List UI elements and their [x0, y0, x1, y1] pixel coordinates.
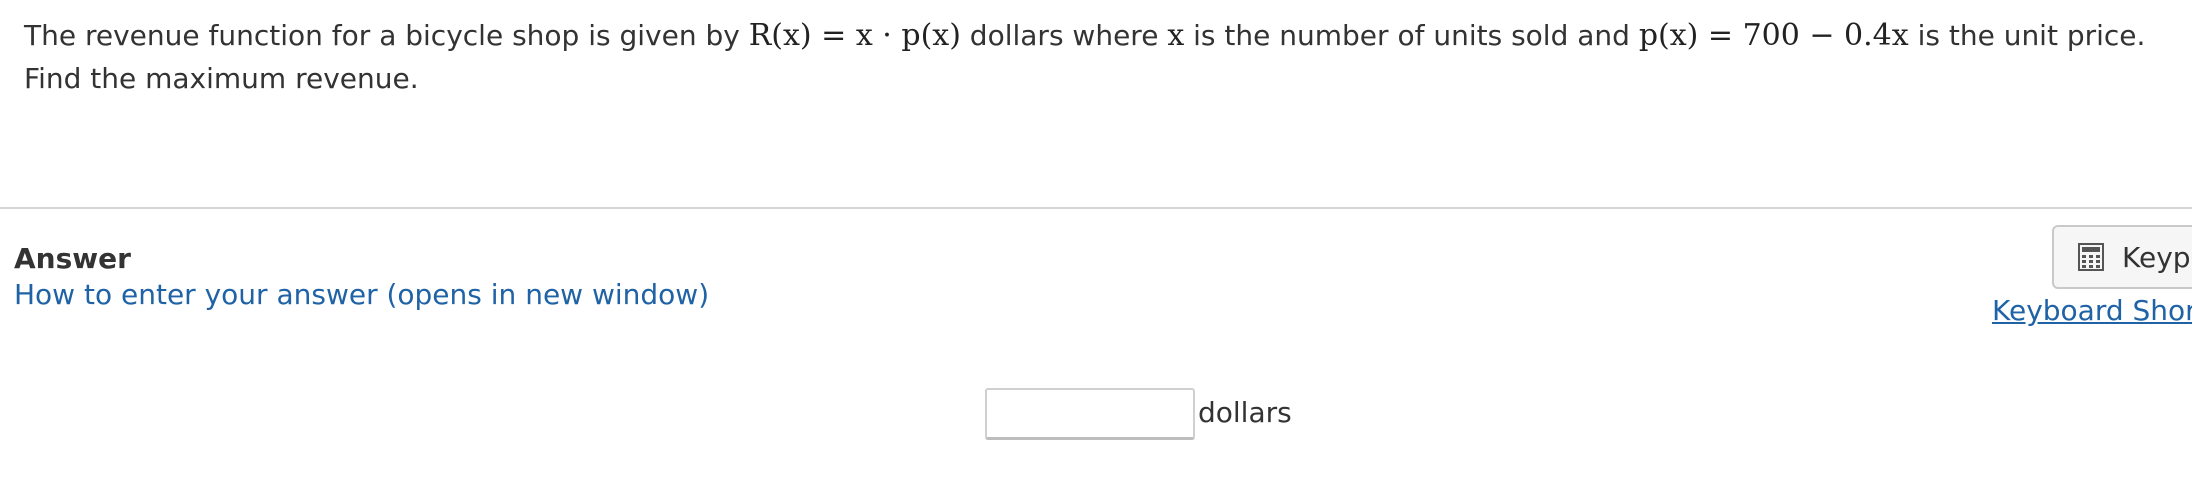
- question-intro: The revenue function for a bicycle shop …: [24, 19, 749, 52]
- keyboard-shortcuts-link[interactable]: Keyboard Short: [1992, 294, 2192, 327]
- keypad-label: Keyp: [2122, 240, 2191, 274]
- question-mid: dollars where: [960, 19, 1168, 52]
- price-formula: p(x) = 700 − 0.4x: [1638, 18, 1909, 53]
- answer-input[interactable]: [985, 388, 1195, 440]
- unit-label: dollars: [1198, 396, 1292, 429]
- keypad-button[interactable]: Keyp: [2052, 225, 2192, 289]
- question-text: The revenue function for a bicycle shop …: [24, 14, 2174, 100]
- how-to-enter-answer-link[interactable]: How to enter your answer (opens in new w…: [14, 278, 709, 311]
- answer-heading: Answer: [14, 242, 131, 275]
- question-mid-2: is the number of units sold and: [1184, 19, 1639, 52]
- revenue-formula: R(x) = x · p(x): [748, 18, 961, 53]
- section-divider: [0, 207, 2192, 209]
- calculator-icon: [2078, 243, 2104, 271]
- variable-x: x: [1167, 18, 1185, 53]
